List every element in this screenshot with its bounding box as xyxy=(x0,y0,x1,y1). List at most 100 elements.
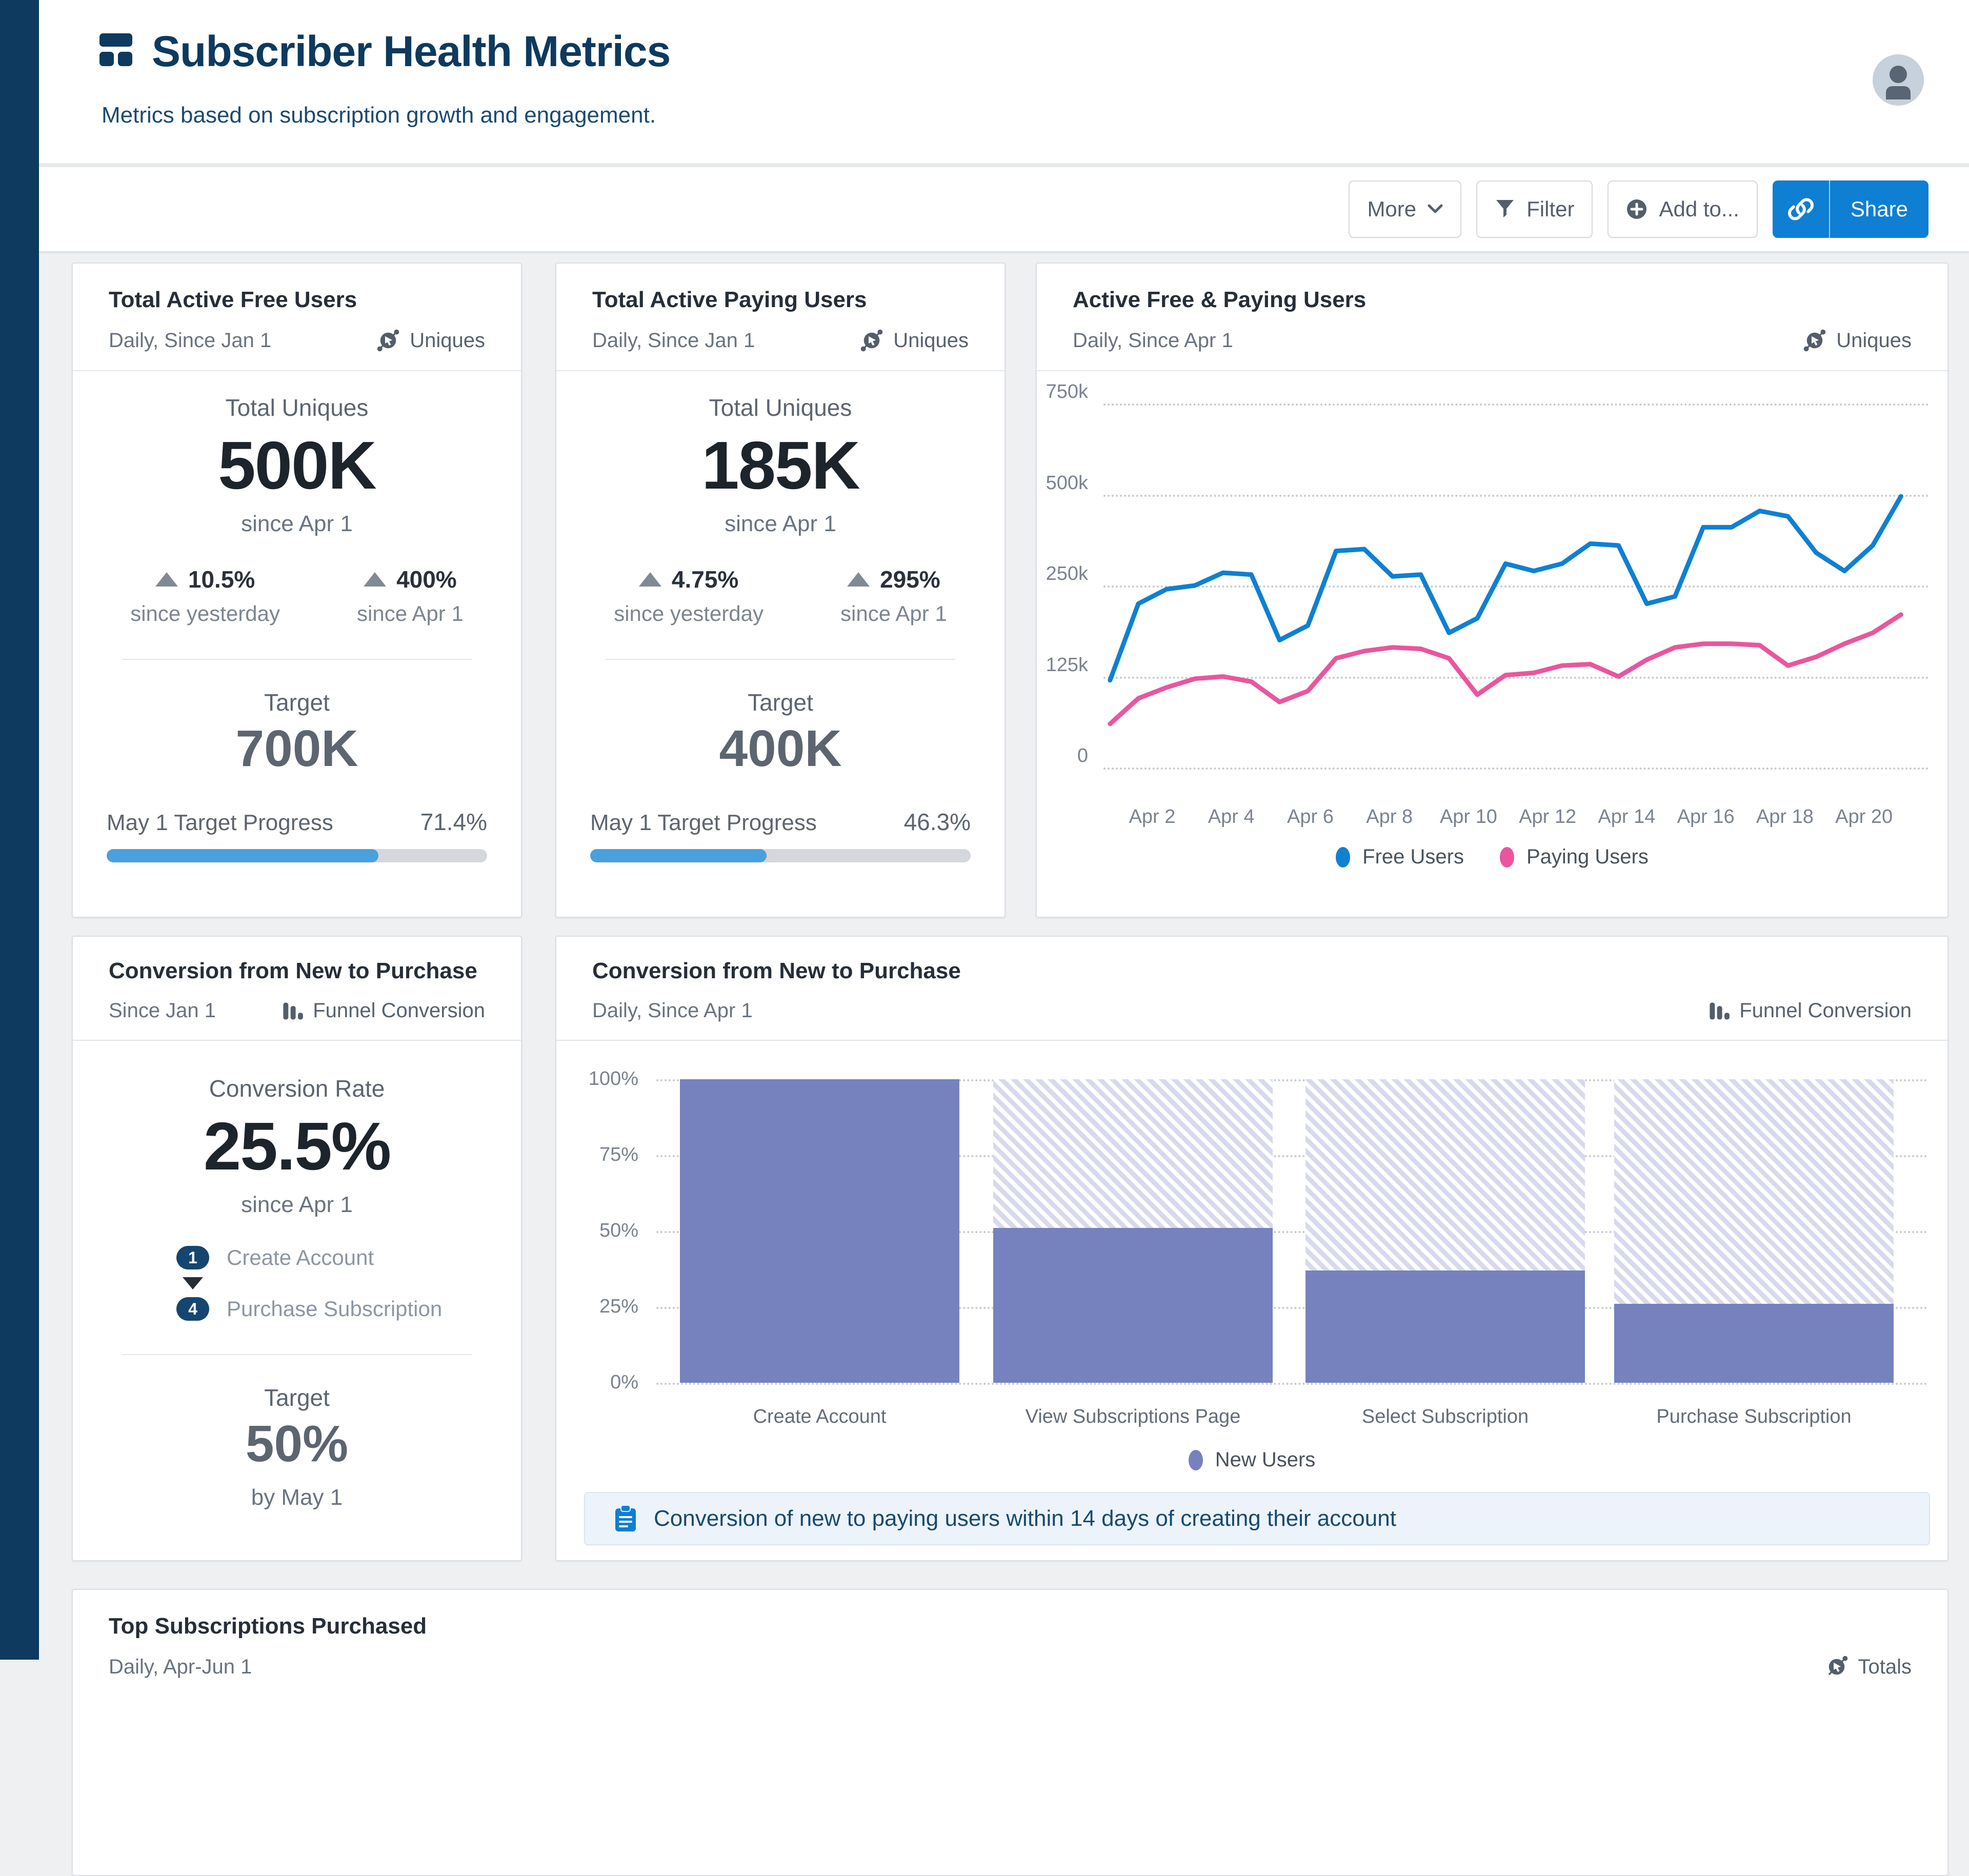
share-button-group: Share xyxy=(1772,180,1928,238)
legend-item: New Users xyxy=(1188,1448,1315,1471)
add-to-button-label: Add to... xyxy=(1659,197,1739,221)
metric-value: 500K xyxy=(218,428,377,503)
card-header-divider xyxy=(556,370,1004,371)
legend-marker xyxy=(1336,846,1351,868)
dashboard-icon xyxy=(99,33,133,70)
card-conversion-funnel-chart: Conversion from New to Purchase Daily, S… xyxy=(555,936,1948,1561)
card-subtitle: Daily, Since Apr 1 xyxy=(592,999,753,1022)
funnel-conversion-icon xyxy=(1710,1002,1730,1019)
target-label: Target xyxy=(264,689,330,716)
funnel-bar-view-subscriptions-page xyxy=(993,1228,1273,1383)
legend-label: Paying Users xyxy=(1526,845,1649,868)
delta-since-apr1: 295% since Apr 1 xyxy=(840,566,947,626)
delta-label: since yesterday xyxy=(130,601,280,626)
funnel-bar-select-subscription xyxy=(1305,1270,1585,1383)
legend-item: Paying Users xyxy=(1499,845,1649,869)
metric-caption: since Apr 1 xyxy=(241,1192,353,1217)
progress-percent: 71.4% xyxy=(420,809,487,835)
dashboard-content: Total Active Free Users Daily, Since Jan… xyxy=(39,251,1969,1876)
arrow-down-icon xyxy=(183,1277,203,1289)
divider xyxy=(122,659,472,660)
y-axis-tick-label: 50% xyxy=(599,1220,638,1241)
x-axis-category-label: View Subscriptions Page xyxy=(1025,1406,1241,1427)
target-label: Target xyxy=(748,689,813,716)
delta-label: since Apr 1 xyxy=(357,601,464,626)
legend-marker xyxy=(1188,1449,1203,1470)
left-nav-rail xyxy=(0,0,39,1660)
page-header: Subscriber Health Metrics Metrics based … xyxy=(39,0,1969,163)
line-series-paying-users xyxy=(1108,612,1903,727)
plus-circle-icon xyxy=(1627,199,1647,219)
uniques-icon xyxy=(1803,329,1826,352)
progress-percent: 46.3% xyxy=(903,809,971,835)
triangle-up-icon xyxy=(155,572,178,587)
y-axis-tick-label: 25% xyxy=(599,1296,638,1317)
share-button[interactable]: Share xyxy=(1830,180,1928,238)
funnel-step-2: 4 Purchase Subscription xyxy=(176,1297,442,1321)
add-to-button[interactable]: Add to... xyxy=(1608,180,1758,238)
card-total-active-paying-users: Total Active Paying Users Daily, Since J… xyxy=(555,263,1006,918)
gridline xyxy=(656,1383,1928,1385)
share-button-label: Share xyxy=(1850,197,1908,221)
badge-label: Funnel Conversion xyxy=(1739,999,1912,1022)
chart-legend: New Users xyxy=(556,1448,1947,1471)
filter-button-label: Filter xyxy=(1526,197,1575,221)
user-avatar[interactable] xyxy=(1873,54,1924,106)
card-header-divider xyxy=(73,1040,521,1041)
chevron-down-icon xyxy=(1428,204,1443,213)
y-axis-tick-label: 0% xyxy=(610,1371,638,1393)
delta-value: 295% xyxy=(880,566,940,593)
step-label: Create Account xyxy=(227,1245,374,1269)
card-title: Conversion from New to Purchase xyxy=(109,958,477,983)
totals-icon xyxy=(1828,1656,1847,1676)
metric-type-badge: Uniques xyxy=(376,328,485,353)
funnel-conversion-icon xyxy=(283,1002,304,1019)
chart-legend: Free Users Paying Users xyxy=(1037,845,1947,869)
card-active-free-paying-users-chart: Active Free & Paying Users Daily, Since … xyxy=(1036,263,1948,918)
more-button[interactable]: More xyxy=(1349,180,1462,238)
card-title: Conversion from New to Purchase xyxy=(592,958,961,983)
clipboard-icon xyxy=(615,1505,636,1531)
progress-bar xyxy=(107,849,487,862)
delta-value: 400% xyxy=(396,566,457,593)
card-conversion-summary: Conversion from New to Purchase Since Ja… xyxy=(72,936,522,1561)
divider xyxy=(122,1354,472,1355)
person-icon xyxy=(1886,66,1911,99)
copy-link-button[interactable] xyxy=(1773,180,1830,238)
delta-since-yesterday: 10.5% since yesterday xyxy=(130,566,280,626)
y-axis-tick-label: 100% xyxy=(588,1068,638,1090)
target-value: 700K xyxy=(235,720,358,777)
delta-label: since yesterday xyxy=(614,601,764,626)
link-icon xyxy=(1787,198,1814,220)
step-number-badge: 4 xyxy=(176,1297,209,1321)
divider xyxy=(606,659,955,660)
page-subtitle: Metrics based on subscription growth and… xyxy=(102,103,656,128)
metric-label: Total Uniques xyxy=(225,394,369,421)
card-subtitle: Daily, Since Jan 1 xyxy=(109,329,272,352)
metric-type-badge: Funnel Conversion xyxy=(1707,999,1912,1022)
card-title: Top Subscriptions Purchased xyxy=(109,1613,427,1639)
target-value: 400K xyxy=(719,720,842,777)
uniques-icon xyxy=(377,329,399,352)
progress-label: May 1 Target Progress xyxy=(590,810,817,835)
progress-bar-fill xyxy=(107,849,378,862)
funnel-bar-remainder xyxy=(1305,1079,1585,1270)
legend-item: Free Users xyxy=(1336,845,1464,869)
step-label: Purchase Subscription xyxy=(227,1297,443,1321)
x-axis-category-label: Create Account xyxy=(753,1406,887,1427)
funnel-bar-remainder xyxy=(1614,1079,1894,1304)
metric-label: Total Uniques xyxy=(709,394,852,421)
target-progress: May 1 Target Progress 71.4% xyxy=(107,808,487,862)
card-title: Total Active Paying Users xyxy=(592,287,867,312)
funnel-bar-create-account xyxy=(680,1079,959,1383)
card-subtitle: Since Jan 1 xyxy=(109,999,216,1022)
page-title: Subscriber Health Metrics xyxy=(152,27,671,75)
funnel-steps: 1 Create Account 4 Purchase Subscription xyxy=(176,1245,442,1321)
chart-note-bar: Conversion of new to paying users within… xyxy=(584,1492,1930,1545)
card-total-active-free-users: Total Active Free Users Daily, Since Jan… xyxy=(72,263,522,918)
toolbar: More Filter Add to... Share xyxy=(39,167,1969,251)
filter-button[interactable]: Filter xyxy=(1476,180,1593,238)
badge-label: Funnel Conversion xyxy=(313,999,485,1022)
card-subtitle: Daily, Apr-Jun 1 xyxy=(109,1655,252,1678)
target-label: Target xyxy=(264,1384,330,1411)
